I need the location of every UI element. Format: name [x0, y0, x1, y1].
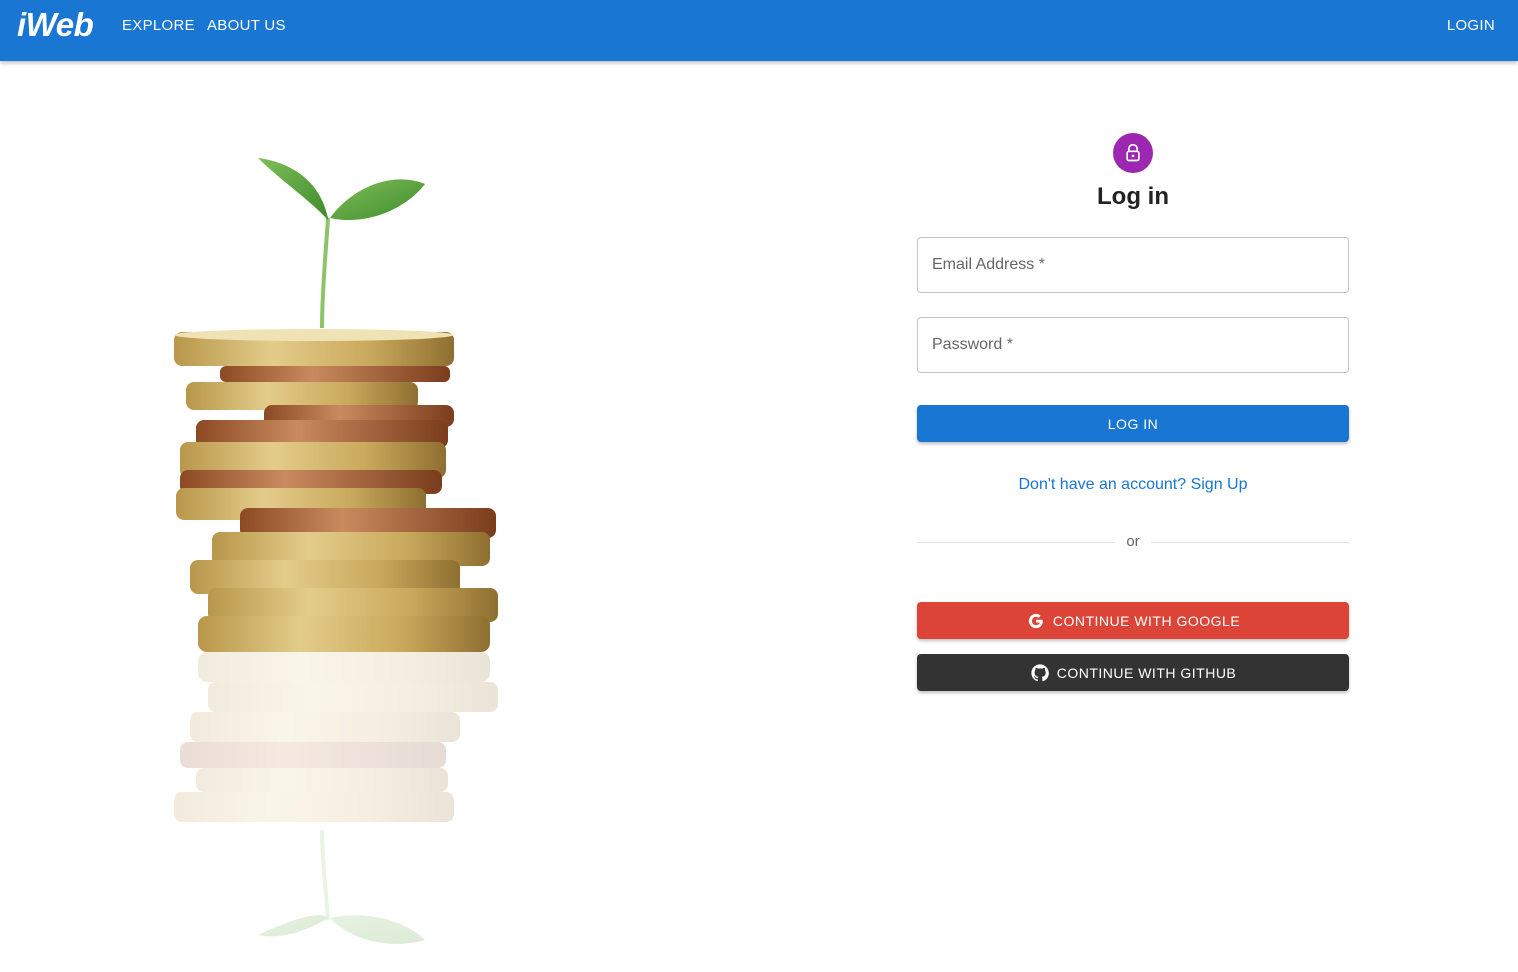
password-input[interactable]	[918, 318, 1348, 372]
email-field[interactable]	[917, 237, 1349, 293]
continue-with-github-button[interactable]: CONTINUE WITH GITHUB	[917, 654, 1349, 691]
nav-about-us-link[interactable]: ABOUT US	[207, 17, 286, 34]
nav-login-link[interactable]: LOGIN	[1447, 17, 1495, 34]
password-field[interactable]	[917, 317, 1349, 373]
github-button-label: CONTINUE WITH GITHUB	[1056, 664, 1237, 681]
page-title: Log in	[1097, 183, 1169, 210]
coin-stack-sprout-illustration	[174, 158, 498, 944]
nav-explore-link[interactable]: EXPLORE	[122, 17, 195, 34]
divider-line-right	[1151, 542, 1349, 543]
continue-with-google-button[interactable]: CONTINUE WITH GOOGLE	[917, 602, 1349, 639]
login-button[interactable]: LOG IN	[917, 405, 1349, 442]
or-divider: or	[917, 533, 1349, 551]
login-button-label: LOG IN	[1107, 415, 1159, 432]
hero-image	[160, 140, 550, 950]
lock-avatar	[1113, 133, 1153, 173]
lock-icon	[1126, 143, 1140, 162]
google-icon	[1026, 611, 1046, 631]
email-input[interactable]	[918, 238, 1348, 292]
app-bar: iWeb EXPLORE ABOUT US LOGIN	[0, 0, 1518, 61]
github-icon	[1030, 663, 1050, 683]
google-button-label: CONTINUE WITH GOOGLE	[1052, 612, 1241, 629]
signup-link[interactable]: Don't have an account? Sign Up	[917, 476, 1349, 494]
brand-logo[interactable]: iWeb	[17, 6, 94, 44]
